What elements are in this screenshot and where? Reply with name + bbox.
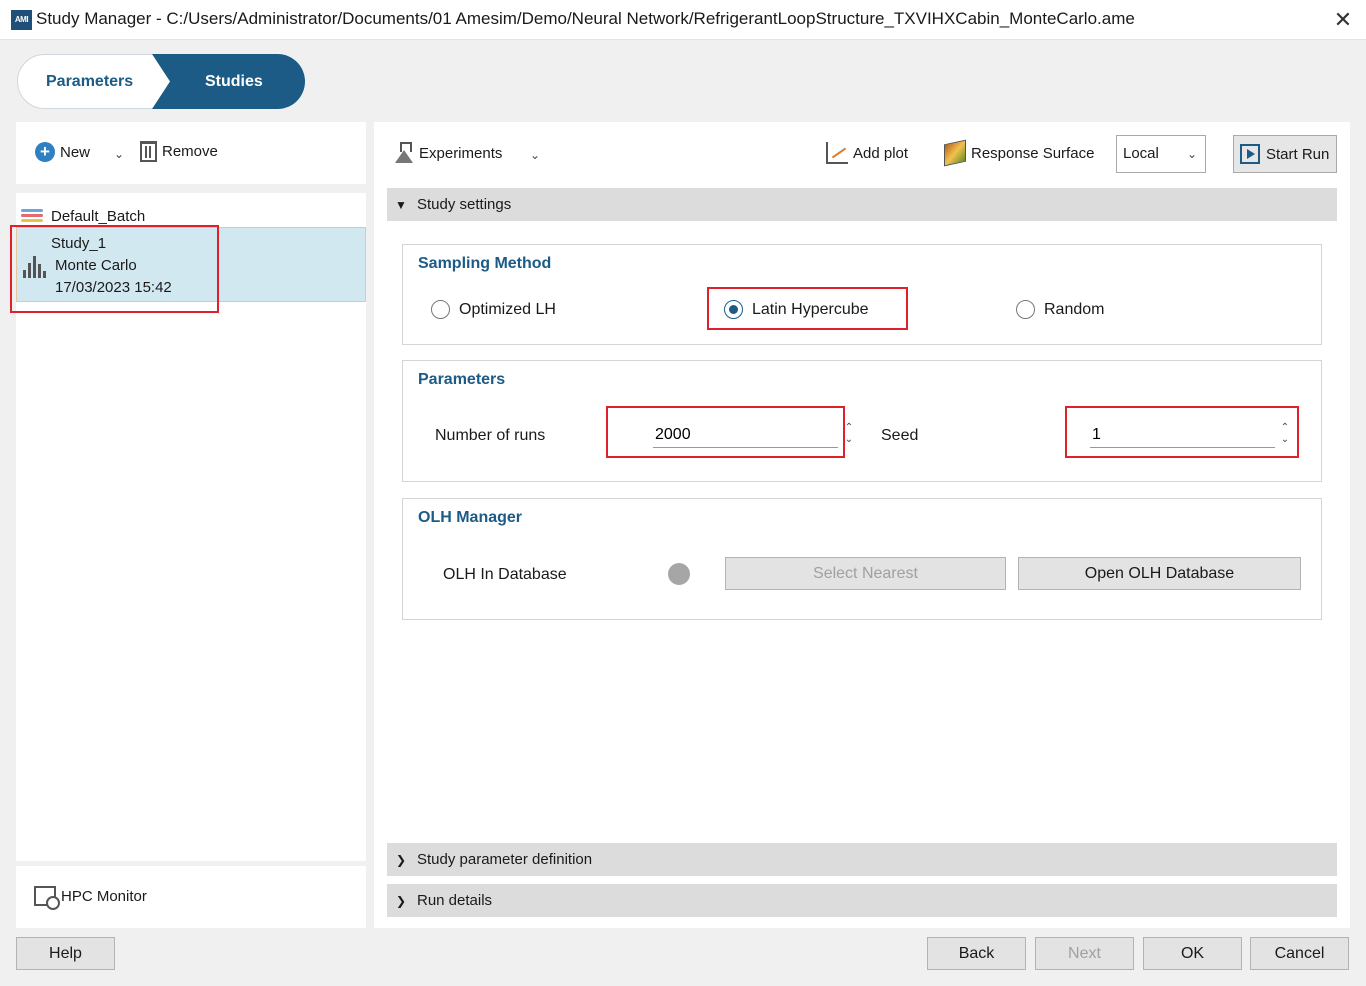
new-label: New: [60, 143, 91, 161]
section-label: Study parameter definition: [417, 851, 593, 868]
play-icon: [1240, 144, 1260, 164]
select-chevron-down-icon: ⌄: [1186, 147, 1197, 161]
experiments-label: Experiments: [419, 144, 503, 162]
radio-optimized-lh[interactable]: Optimized LH: [431, 300, 556, 319]
olh-in-database-label: OLH In Database: [443, 566, 567, 583]
studies-toolbar: + New ⌄ Remove: [16, 122, 366, 184]
number-of-runs-label: Number of runs: [435, 427, 546, 444]
chevron-down-icon: ▼: [395, 197, 407, 212]
app-logo-icon: AMI: [11, 10, 32, 30]
response-surface-icon: [944, 139, 966, 167]
select-nearest-button[interactable]: Select Nearest: [725, 557, 1006, 590]
studies-list: Default_Batch Study_1 Monte Carlo 17/03/…: [16, 193, 366, 861]
chevron-right-icon: ❯: [395, 852, 407, 867]
list-item-study-selected[interactable]: Study_1 Monte Carlo 17/03/2023 15:42: [16, 227, 366, 302]
olh-manager-group: OLH Manager OLH In Database Select Neare…: [402, 498, 1322, 620]
radio-label: Latin Hypercube: [752, 300, 869, 318]
study-name: Study_1: [51, 235, 107, 252]
remove-study-button[interactable]: Remove: [140, 141, 218, 162]
number-of-runs-input[interactable]: [653, 422, 838, 448]
study-type: Monte Carlo: [55, 257, 137, 274]
remove-label: Remove: [162, 143, 218, 160]
radio-label: Random: [1044, 300, 1105, 318]
radio-circle-icon: [431, 300, 450, 319]
seed-spinner-arrows-icon[interactable]: ⌃ ⌄: [1278, 422, 1292, 448]
run-target-select[interactable]: Local ⌄: [1116, 135, 1206, 173]
window-title: Study Manager - C:/Users/Administrator/D…: [36, 9, 1135, 28]
runs-spinner-arrows-icon[interactable]: ⌃ ⌄: [842, 422, 856, 448]
hpc-monitor-button[interactable]: HPC Monitor: [34, 886, 147, 910]
cancel-button[interactable]: Cancel: [1250, 937, 1349, 970]
sampling-method-group: Sampling Method Optimized LH Latin Hyper…: [402, 244, 1322, 345]
help-button[interactable]: Help: [16, 937, 115, 970]
plot-icon: [826, 142, 848, 164]
default-batch-label: Default_Batch: [51, 207, 146, 225]
response-surface-label: Response Surface: [971, 144, 1095, 162]
study-details-panel: Experiments ⌄ Add plot Response Surface …: [374, 122, 1350, 928]
experiments-chevron-icon[interactable]: ⌄: [530, 148, 540, 162]
olh-status-indicator-icon: [668, 563, 690, 585]
hpc-monitor-label: HPC Monitor: [61, 887, 147, 905]
start-run-label: Start Run: [1266, 145, 1330, 163]
study-parameter-definition-header[interactable]: ❯ Study parameter definition: [387, 843, 1337, 876]
chart-lines-icon: [21, 207, 43, 225]
study-settings-label: Study settings: [417, 196, 512, 213]
parameters-title: Parameters: [418, 371, 506, 388]
run-details-header[interactable]: ❯ Run details: [387, 884, 1337, 917]
section-label: Run details: [417, 892, 493, 909]
plus-circle-icon: +: [35, 142, 55, 162]
hpc-panel: HPC Monitor: [16, 866, 366, 928]
run-target-value: Local: [1123, 145, 1159, 162]
mode-tabs: Parameters Studies: [17, 54, 307, 109]
seed-label: Seed: [881, 427, 919, 444]
radio-random[interactable]: Random: [1016, 300, 1104, 319]
open-olh-database-button[interactable]: Open OLH Database: [1018, 557, 1301, 590]
next-button[interactable]: Next: [1035, 937, 1134, 970]
seed-input[interactable]: [1090, 422, 1275, 448]
start-run-button[interactable]: Start Run: [1233, 135, 1337, 173]
close-window-button[interactable]: ✕: [1328, 4, 1358, 36]
new-study-button[interactable]: + New: [35, 142, 90, 162]
title-bar: AMI Study Manager - C:/Users/Administrat…: [0, 0, 1366, 40]
radio-selected-icon: [724, 300, 743, 319]
tab-studies[interactable]: Studies: [152, 54, 305, 109]
chevron-right-icon: ❯: [395, 893, 407, 908]
monte-carlo-icon: [21, 256, 46, 278]
parameters-group: Parameters Number of runs ⌃⌄ Seed ⌃⌄: [402, 360, 1322, 482]
flask-icon: [394, 142, 414, 164]
trash-icon: [140, 141, 157, 162]
experiments-button[interactable]: Experiments: [394, 142, 502, 164]
radio-latin-hypercube[interactable]: Latin Hypercube: [724, 300, 869, 319]
new-dropdown-chevron-icon[interactable]: ⌄: [114, 147, 124, 161]
olh-manager-title: OLH Manager: [418, 509, 523, 526]
add-plot-button[interactable]: Add plot: [826, 142, 908, 164]
radio-circle-icon: [1016, 300, 1035, 319]
study-date: 17/03/2023 15:42: [55, 279, 172, 296]
sampling-method-title: Sampling Method: [418, 255, 552, 272]
study-settings-header[interactable]: ▼ Study settings: [387, 188, 1337, 221]
back-button[interactable]: Back: [927, 937, 1026, 970]
ok-button[interactable]: OK: [1143, 937, 1242, 970]
response-surface-button[interactable]: Response Surface: [944, 139, 1095, 167]
hpc-monitor-icon: [34, 886, 60, 910]
radio-label: Optimized LH: [459, 300, 556, 318]
add-plot-label: Add plot: [853, 144, 909, 162]
